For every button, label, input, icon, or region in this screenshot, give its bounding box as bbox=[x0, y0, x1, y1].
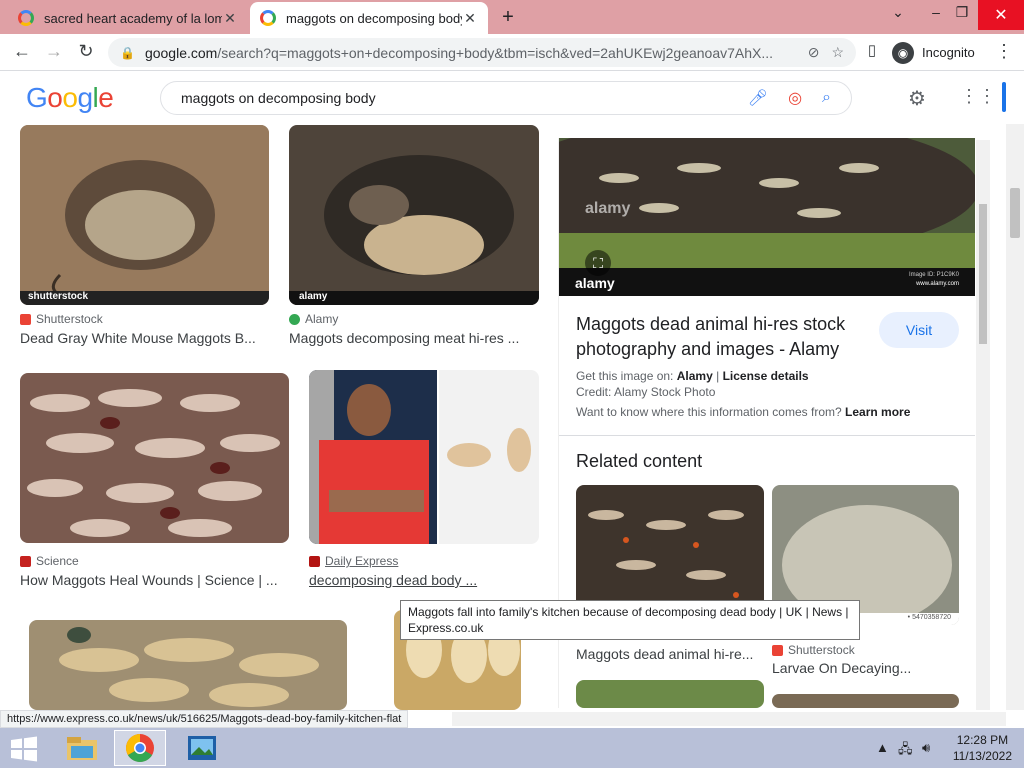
search-query: maggots on decomposing body bbox=[181, 90, 376, 106]
result-thumbnail[interactable] bbox=[29, 620, 347, 710]
search-input[interactable]: maggots on decomposing body 🎤︎ ◎ ⌕ bbox=[160, 81, 852, 115]
result-thumbnail[interactable] bbox=[20, 373, 289, 543]
related-thumbnail[interactable] bbox=[576, 680, 764, 708]
browser-toolbar: ← → ↻ 🔒 google.com /search?q=maggots+on+… bbox=[0, 34, 1024, 71]
image-id-text: • 5470358720 bbox=[907, 614, 951, 621]
url-path: /search?q=maggots+on+decomposing+body&tb… bbox=[217, 44, 774, 61]
result-thumbnail[interactable]: shutterstock bbox=[20, 125, 269, 305]
image-caption-logo: alamy bbox=[575, 275, 615, 291]
science-favicon-icon bbox=[20, 555, 31, 567]
shutterstock-favicon-icon bbox=[772, 644, 783, 656]
tray-chevron-icon[interactable]: ▲ bbox=[876, 740, 889, 755]
watermark-text: alamy bbox=[299, 291, 328, 302]
forward-button[interactable]: → bbox=[42, 41, 66, 62]
result-source: Daily Express bbox=[309, 554, 398, 568]
file-explorer-icon[interactable] bbox=[56, 730, 108, 766]
search-icon[interactable]: ⌕ bbox=[822, 89, 831, 107]
volume-icon[interactable]: 🔊︎ bbox=[922, 740, 930, 756]
result-thumbnail[interactable] bbox=[309, 370, 539, 544]
related-content-heading: Related content bbox=[576, 451, 703, 471]
incognito-label: Incognito bbox=[922, 45, 975, 60]
window-close-button[interactable]: ✕ bbox=[978, 0, 1024, 30]
clock-time: 12:28 PM bbox=[956, 733, 1009, 747]
incognito-indicator[interactable]: ◉ Incognito bbox=[892, 40, 975, 65]
preview-image[interactable]: alamy ⛶ alamy Image ID: P1C9K0 www.alamy… bbox=[559, 138, 975, 296]
browser-menu-icon[interactable]: ⋮ bbox=[992, 41, 1016, 62]
result-title[interactable]: Dead Gray White Mouse Maggots B... bbox=[20, 330, 269, 346]
page-scrollbar-thumb[interactable] bbox=[1010, 188, 1020, 238]
google-favicon-icon bbox=[18, 10, 34, 26]
tab-search-icon[interactable]: ⌄ bbox=[884, 4, 912, 21]
panel-scrollbar-thumb[interactable] bbox=[979, 204, 987, 344]
related-thumbnail[interactable] bbox=[772, 694, 959, 708]
tab-label: sacred heart academy of la loma bbox=[44, 10, 222, 26]
license-details-link[interactable]: License details bbox=[723, 369, 809, 383]
chrome-icon[interactable] bbox=[114, 730, 166, 766]
watermark-text: alamy bbox=[585, 200, 631, 217]
restore-button[interactable]: ❐ bbox=[948, 4, 976, 21]
result-source: Shutterstock bbox=[20, 312, 103, 326]
address-bar[interactable]: 🔒 google.com /search?q=maggots+on+decomp… bbox=[108, 38, 856, 67]
preview-title[interactable]: Maggots dead animal hi-res stock photogr… bbox=[576, 312, 876, 362]
panel-divider bbox=[559, 435, 975, 436]
windows-taskbar: ▲ 🖧︎ 🔊︎ 12:28 PM 11/13/2022 bbox=[0, 728, 1024, 768]
side-panel-icon[interactable]: ▯ bbox=[860, 41, 884, 59]
get-image-line: Get this image on: Alamy | License detai… bbox=[576, 369, 809, 383]
watermark-text: shutterstock bbox=[28, 291, 89, 302]
alamy-favicon-icon bbox=[289, 313, 300, 325]
tab-close-icon[interactable]: ✕ bbox=[222, 10, 238, 27]
page-scrollbar[interactable] bbox=[1006, 124, 1024, 710]
url-host: google.com bbox=[144, 44, 218, 61]
result-thumbnail[interactable]: alamy bbox=[289, 125, 539, 305]
photo-viewer-icon[interactable] bbox=[176, 730, 228, 766]
apps-grid-icon[interactable]: ⋮⋮ bbox=[960, 86, 996, 107]
lens-search-icon[interactable]: ⛶ bbox=[585, 250, 611, 276]
panel-scrollbar[interactable] bbox=[976, 140, 990, 710]
link-tooltip: Maggots fall into family's kitchen becau… bbox=[400, 600, 860, 640]
bookmark-star-icon[interactable]: ☆ bbox=[831, 44, 844, 61]
result-source: Science bbox=[20, 554, 79, 568]
image-id-text: Image ID: P1C9K0 bbox=[908, 272, 959, 278]
reload-button[interactable]: ↻ bbox=[74, 41, 98, 62]
browser-title-bar: sacred heart academy of la loma ✕ maggot… bbox=[0, 0, 1024, 34]
network-icon[interactable]: 🖧︎ bbox=[898, 740, 913, 762]
new-tab-button[interactable]: + bbox=[496, 6, 520, 29]
credit-text: Credit: Alamy Stock Photo bbox=[576, 385, 716, 399]
tab-sacred-heart[interactable]: sacred heart academy of la loma ✕ bbox=[8, 2, 248, 34]
camera-lens-icon[interactable]: ◎ bbox=[788, 88, 802, 108]
visit-button[interactable]: Visit bbox=[879, 312, 959, 348]
minimize-button[interactable]: – bbox=[922, 4, 950, 20]
microphone-icon[interactable]: 🎤︎ bbox=[748, 88, 768, 108]
daily-express-favicon-icon bbox=[309, 555, 320, 567]
google-header: Google maggots on decomposing body 🎤︎ ◎ … bbox=[0, 72, 1024, 124]
system-clock[interactable]: 12:28 PM 11/13/2022 bbox=[953, 732, 1012, 764]
back-button[interactable]: ← bbox=[10, 41, 34, 62]
tab-label: maggots on decomposing body bbox=[286, 10, 462, 26]
google-logo[interactable]: Google bbox=[26, 82, 114, 114]
shutterstock-favicon-icon bbox=[20, 313, 31, 325]
sign-in-button[interactable] bbox=[1002, 82, 1006, 112]
info-source-line: Want to know where this information come… bbox=[576, 405, 911, 419]
google-favicon-icon bbox=[260, 10, 276, 26]
related-title[interactable]: Maggots dead animal hi-re... bbox=[576, 646, 764, 662]
clock-date: 11/13/2022 bbox=[952, 749, 1012, 763]
image-site-text: www.alamy.com bbox=[916, 281, 959, 287]
settings-gear-icon[interactable]: ⚙ bbox=[908, 86, 926, 111]
result-title[interactable]: decomposing dead body ... bbox=[309, 572, 539, 588]
incognito-icon: ◉ bbox=[892, 41, 914, 64]
lock-icon: 🔒 bbox=[120, 45, 135, 60]
horizontal-scrollbar[interactable] bbox=[452, 712, 1006, 726]
result-source: Alamy bbox=[289, 312, 338, 326]
tab-close-icon[interactable]: ✕ bbox=[462, 10, 478, 27]
related-title[interactable]: Larvae On Decaying... bbox=[772, 660, 959, 676]
windows-start-icon[interactable] bbox=[10, 736, 38, 762]
tab-maggots-search[interactable]: maggots on decomposing body ✕ bbox=[250, 2, 488, 34]
learn-more-link[interactable]: Learn more bbox=[845, 405, 910, 419]
result-title[interactable]: Maggots decomposing meat hi-res ... bbox=[289, 330, 539, 346]
eye-off-icon[interactable]: ⊘ bbox=[808, 44, 820, 61]
link-status-bar: https://www.express.co.uk/news/uk/516625… bbox=[0, 710, 409, 728]
result-title[interactable]: How Maggots Heal Wounds | Science | ... bbox=[20, 572, 289, 588]
image-source-link[interactable]: Alamy bbox=[677, 369, 713, 383]
related-source: Shutterstock bbox=[772, 643, 855, 657]
